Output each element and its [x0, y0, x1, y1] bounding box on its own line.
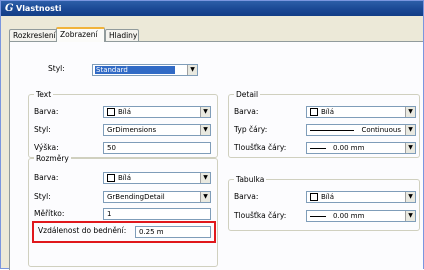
window-title: Vlastnosti — [16, 4, 62, 13]
properties-dialog: G Vlastnosti Rozkreslení Zobrazení Hladi… — [0, 0, 424, 270]
dims-style-label: Styl: — [34, 192, 51, 201]
text-color-value: Bílá — [118, 108, 131, 116]
color-swatch-icon — [107, 174, 115, 182]
detail-color-label: Barva: — [234, 107, 259, 116]
line-sample-icon — [310, 216, 326, 217]
detail-linetype-label: Typ čáry: — [234, 125, 268, 134]
color-swatch-icon — [107, 108, 115, 116]
table-group: Tabulka — [228, 175, 420, 231]
detail-group-title: Detail — [234, 90, 261, 99]
tab-zobrazeni[interactable]: Zobrazení — [56, 27, 105, 42]
detail-color-value: Bílá — [321, 108, 334, 116]
table-thickness-label: Tloušťka čáry: — [234, 211, 287, 220]
dims-style-select[interactable]: GrBendingDetail ▼ — [103, 191, 211, 203]
tab-hladiny[interactable]: Hladiny — [105, 29, 139, 41]
tab-rozkresleni[interactable]: Rozkreslení — [9, 29, 57, 41]
table-thickness-value: 0.00 mm — [333, 212, 365, 220]
text-height-input[interactable]: 50 — [103, 142, 211, 154]
title-bar[interactable]: G Vlastnosti — [1, 1, 423, 16]
line-sample-icon — [310, 148, 326, 149]
detail-thickness-value: 0.00 mm — [333, 144, 365, 152]
app-logo-icon: G — [5, 3, 14, 14]
detail-color-select[interactable]: Bílá ▼ — [306, 106, 416, 118]
text-style-label: Styl: — [34, 125, 51, 134]
dims-scale-input[interactable]: 1 — [103, 208, 211, 220]
color-swatch-icon — [310, 193, 318, 201]
chevron-down-icon[interactable]: ▼ — [405, 192, 415, 202]
detail-thickness-label: Tloušťka čáry: — [234, 143, 287, 152]
dims-distance-value: 0.25 m — [139, 228, 164, 236]
dims-scale-value: 1 — [107, 210, 112, 218]
color-swatch-icon — [310, 108, 318, 116]
dims-color-label: Barva: — [34, 173, 59, 182]
dims-scale-label: Měřítko: — [34, 209, 65, 218]
dims-color-value: Bílá — [118, 174, 131, 182]
table-color-value: Bílá — [321, 193, 334, 201]
text-height-label: Výška: — [34, 143, 59, 152]
style-select[interactable]: Standard ▼ — [92, 64, 198, 76]
chevron-down-icon[interactable]: ▼ — [200, 107, 210, 117]
text-height-value: 50 — [107, 144, 116, 152]
dims-distance-input[interactable]: 0.25 m — [135, 226, 211, 238]
text-group-title: Text — [34, 90, 54, 99]
table-color-label: Barva: — [234, 192, 259, 201]
table-thickness-select[interactable]: 0.00 mm ▼ — [306, 210, 416, 222]
text-color-select[interactable]: Bílá ▼ — [103, 106, 211, 118]
chevron-down-icon[interactable]: ▼ — [200, 192, 210, 202]
style-value: Standard — [96, 66, 128, 74]
dims-color-select[interactable]: Bílá ▼ — [103, 172, 211, 184]
text-color-label: Barva: — [34, 107, 59, 116]
table-group-title: Tabulka — [234, 175, 267, 184]
dims-group-title: Rozměry — [34, 154, 71, 163]
detail-linetype-value: Continuous — [361, 126, 401, 134]
table-color-select[interactable]: Bílá ▼ — [306, 191, 416, 203]
chevron-down-icon[interactable]: ▼ — [405, 125, 415, 135]
chevron-down-icon[interactable]: ▼ — [405, 211, 415, 221]
text-style-select[interactable]: GrDimensions ▼ — [103, 124, 211, 136]
detail-thickness-select[interactable]: 0.00 mm ▼ — [306, 142, 416, 154]
chevron-down-icon[interactable]: ▼ — [200, 125, 210, 135]
chevron-down-icon[interactable]: ▼ — [405, 107, 415, 117]
dims-style-value: GrBendingDetail — [107, 193, 165, 201]
text-style-value: GrDimensions — [107, 126, 157, 134]
dims-distance-label: Vzdálenost do bednění: — [38, 226, 127, 235]
chevron-down-icon[interactable]: ▼ — [187, 65, 197, 75]
tab-panel: Styl: Standard ▼ Text Barva: Bílá ▼ Styl… — [9, 41, 423, 270]
chevron-down-icon[interactable]: ▼ — [200, 173, 210, 183]
chevron-down-icon[interactable]: ▼ — [405, 143, 415, 153]
line-sample-icon — [310, 130, 354, 131]
detail-linetype-select[interactable]: Continuous ▼ — [306, 124, 416, 136]
style-label: Styl: — [48, 64, 65, 73]
